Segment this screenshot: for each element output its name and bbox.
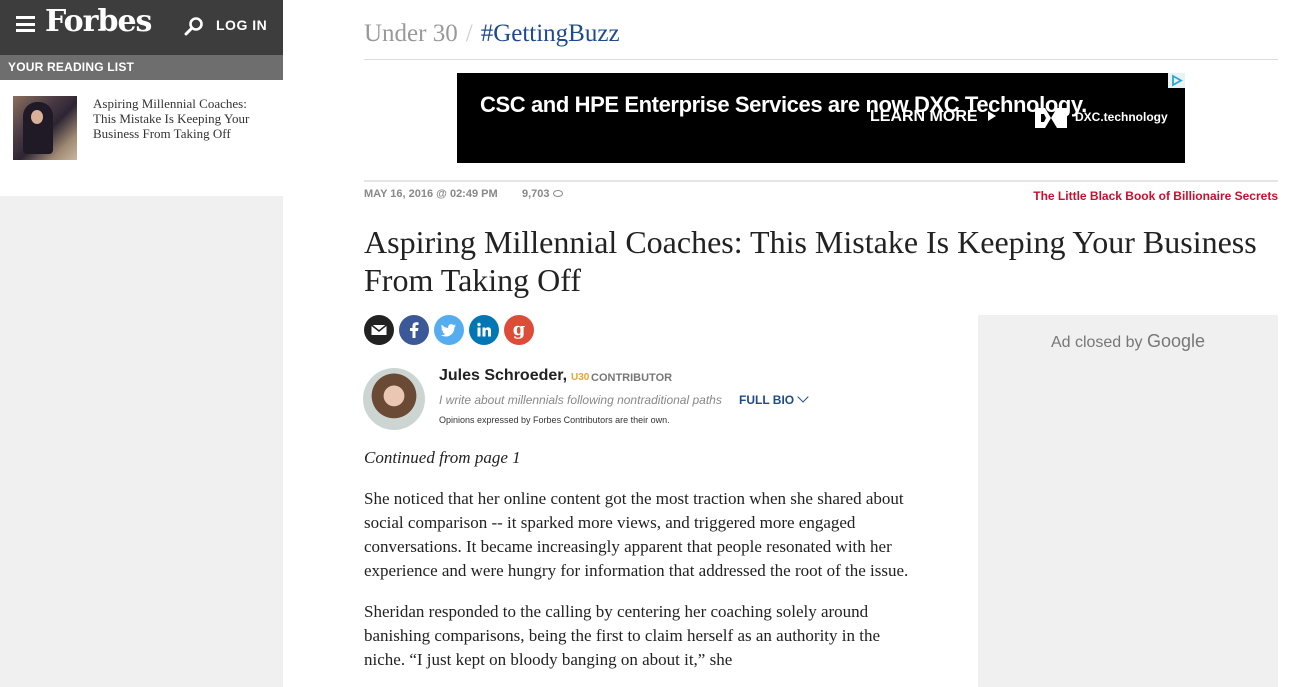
full-bio-button[interactable]: FULL BIO <box>739 391 809 407</box>
forbes-logo[interactable]: Forbes <box>45 4 152 39</box>
email-share-button[interactable] <box>364 315 394 345</box>
full-bio-label[interactable]: FULL BIO <box>739 393 794 407</box>
breadcrumb-separator: / <box>465 20 473 47</box>
ad-banner[interactable]: CSC and HPE Enterprise Services are now … <box>457 73 1185 163</box>
ad-closed-text: Ad closed by <box>1050 334 1143 351</box>
twitter-icon <box>440 324 456 337</box>
author-name[interactable]: Jules Schroeder, <box>439 367 567 385</box>
promo-link[interactable]: The Little Black Book of Billionaire Sec… <box>1033 189 1278 203</box>
svg-text:g: g <box>513 319 526 340</box>
search-icon[interactable] <box>184 16 204 36</box>
view-count-value: 9,703 <box>522 188 550 200</box>
sidebar: Forbes LOG IN YOUR READING LIST Aspiring… <box>0 0 283 687</box>
reading-list-header: YOUR READING LIST <box>0 55 283 80</box>
adchoices-icon[interactable] <box>1168 73 1185 88</box>
google-logo: Google <box>1147 331 1206 351</box>
divider <box>364 180 1278 182</box>
article-body: Continued from page 1 She noticed that h… <box>364 446 924 687</box>
chevron-down-icon[interactable] <box>797 391 809 403</box>
reading-list-thumbnail[interactable] <box>13 96 77 160</box>
article-paragraph: Sheridan responded to the calling by cen… <box>364 602 881 669</box>
article-date: MAY 16, 2016 @ 02:49 PM <box>364 188 498 200</box>
article-paragraph: She noticed that her online content got … <box>364 489 909 580</box>
continued-note: Continued from page 1 <box>364 448 521 467</box>
breadcrumb-section[interactable]: Under 30 <box>364 20 458 47</box>
divider <box>364 59 1278 60</box>
side-ad: Ad closed by Google <box>978 315 1278 687</box>
play-arrow-icon <box>988 111 996 121</box>
ad-closed-notice: Ad closed by Google <box>978 331 1278 352</box>
u30-badge: U30 <box>571 372 590 383</box>
breadcrumb-topic[interactable]: #GettingBuzz <box>481 20 620 47</box>
author-avatar[interactable] <box>363 368 425 430</box>
reading-list-item-title[interactable]: Aspiring Millennial Coaches: This Mistak… <box>93 96 263 141</box>
view-count: 9,703 <box>522 188 563 200</box>
facebook-icon <box>410 322 419 338</box>
google-plus-share-button[interactable]: g <box>504 315 534 345</box>
linkedin-icon <box>477 322 491 337</box>
ad-brand: DXC.technology <box>1075 110 1168 124</box>
email-icon <box>371 324 387 335</box>
facebook-share-button[interactable] <box>399 315 429 345</box>
contributor-label: CONTRIBUTOR <box>591 372 673 384</box>
breadcrumb: Under 30 / #GettingBuzz <box>364 18 620 50</box>
top-bar: Forbes LOG IN <box>0 0 283 55</box>
linkedin-share-button[interactable] <box>469 315 499 345</box>
contributor-disclaimer: Opinions expressed by Forbes Contributor… <box>439 415 670 425</box>
dxc-logo-icon <box>1035 108 1067 128</box>
login-button[interactable]: LOG IN <box>216 17 267 33</box>
reading-list-item[interactable]: Aspiring Millennial Coaches: This Mistak… <box>0 80 283 196</box>
article-headline: Aspiring Millennial Coaches: This Mistak… <box>364 224 1257 298</box>
ad-cta[interactable]: LEARN MORE <box>870 108 978 126</box>
hamburger-menu-icon[interactable] <box>16 16 35 32</box>
eye-icon <box>552 189 563 197</box>
twitter-share-button[interactable] <box>434 315 464 345</box>
author-tagline: I write about millennials following nont… <box>439 393 722 407</box>
google-plus-icon: g <box>513 319 526 340</box>
